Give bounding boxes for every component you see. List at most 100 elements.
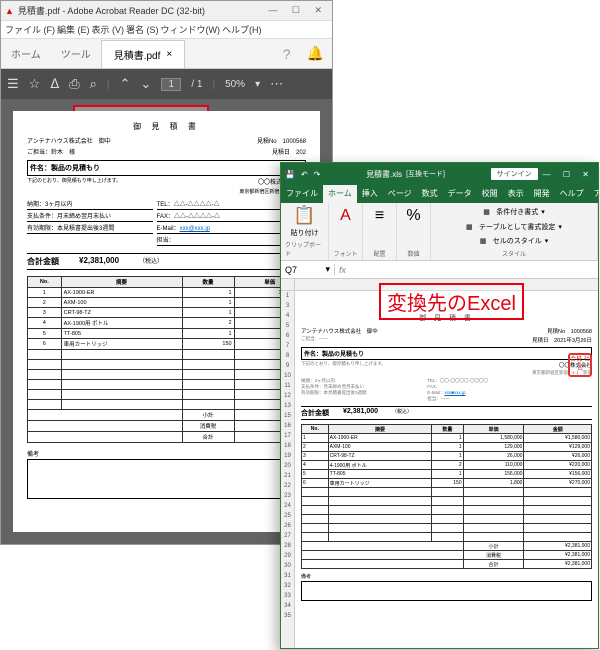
row-header[interactable]: 33 xyxy=(281,591,294,601)
menu-sign[interactable]: 署名 (S) xyxy=(126,23,159,36)
row-header[interactable]: 7 xyxy=(281,341,294,351)
help-icon[interactable]: ? xyxy=(275,46,299,62)
save-icon[interactable]: 💾 xyxy=(285,170,295,179)
chevron-down-icon[interactable]: ▾ xyxy=(325,264,330,275)
row-header[interactable]: 3 xyxy=(281,301,294,311)
cloud-icon[interactable]: ᐃ xyxy=(50,76,59,92)
row-header[interactable]: 1 xyxy=(281,291,294,301)
menu-file[interactable]: ファイル (F) xyxy=(5,23,55,36)
menu-window[interactable]: ウィンドウ(W) xyxy=(161,23,221,36)
more-icon[interactable]: ⋯ xyxy=(270,76,283,92)
row-header[interactable]: 22 xyxy=(281,481,294,491)
fx-icon[interactable]: fx xyxy=(335,265,350,275)
print-icon[interactable]: ⎙ xyxy=(69,76,79,92)
excel-maximize-button[interactable]: ☐ xyxy=(558,170,575,179)
row-header[interactable]: 13 xyxy=(281,401,294,411)
paste-icon[interactable]: 📋 xyxy=(293,205,315,226)
group-align-label[interactable]: 配置 xyxy=(373,249,385,258)
ribbon-tab-review[interactable]: 校閲 xyxy=(477,185,503,203)
row-header[interactable]: 35 xyxy=(281,611,294,621)
row-header[interactable]: 18 xyxy=(281,441,294,451)
search-icon[interactable]: ⌕ xyxy=(90,76,97,92)
tab-close-icon[interactable]: × xyxy=(166,49,172,60)
ribbon-tab-formula[interactable]: 数式 xyxy=(417,185,443,203)
close-button[interactable]: ✕ xyxy=(308,5,328,15)
tab-document[interactable]: 見積書.pdf × xyxy=(101,40,186,68)
ribbon-tab-insert[interactable]: 挿入 xyxy=(357,185,383,203)
row-header[interactable]: 32 xyxy=(281,581,294,591)
table-row: 4AX-1900用 ボトル2110,000 xyxy=(28,318,306,329)
row-header[interactable]: 9 xyxy=(281,361,294,371)
row-header[interactable]: 8 xyxy=(281,351,294,361)
row-header[interactable]: 10 xyxy=(281,371,294,381)
row-header[interactable]: 4 xyxy=(281,311,294,321)
star-icon[interactable]: ☆ xyxy=(29,76,41,92)
tab-home[interactable]: ホーム xyxy=(1,40,51,67)
row-header[interactable]: 25 xyxy=(281,511,294,521)
menu-edit[interactable]: 編集 (E) xyxy=(57,23,90,36)
cell-styles-button[interactable]: ▦セルのスタイル ▾ xyxy=(480,236,549,246)
ribbon-tab-home[interactable]: ホーム xyxy=(323,185,357,203)
table-row: 44-1900用 ボトル2110,000¥220,000 xyxy=(302,461,592,470)
paste-label[interactable]: 貼り付け xyxy=(291,228,319,238)
row-header[interactable]: 34 xyxy=(281,601,294,611)
row-header[interactable]: 5 xyxy=(281,321,294,331)
row-header[interactable]: 24 xyxy=(281,501,294,511)
font-icon[interactable]: A xyxy=(340,207,351,225)
redo-icon[interactable]: ↷ xyxy=(314,170,321,179)
bell-icon[interactable]: 🔔 xyxy=(299,45,332,62)
maximize-button[interactable]: ☐ xyxy=(286,5,306,15)
row-header[interactable]: 23 xyxy=(281,491,294,501)
row-header[interactable]: 30 xyxy=(281,561,294,571)
align-icon[interactable]: ≡ xyxy=(375,207,384,225)
undo-icon[interactable]: ↶ xyxy=(301,170,308,179)
name-box[interactable]: Q7▾ xyxy=(281,264,335,275)
page-down-icon[interactable]: ⌄ xyxy=(140,76,151,92)
row-header[interactable]: 19 xyxy=(281,451,294,461)
ribbon-tab-antenna[interactable]: アンテ xyxy=(589,185,600,203)
minimize-button[interactable]: — xyxy=(262,5,283,15)
format-table-button[interactable]: ▦テーブルとして書式設定 ▾ xyxy=(466,222,562,232)
row-header[interactable]: 26 xyxy=(281,521,294,531)
number-icon[interactable]: % xyxy=(406,207,420,225)
row-header[interactable]: 20 xyxy=(281,461,294,471)
sidebar-toggle-icon[interactable]: ☰ xyxy=(7,76,19,92)
row-header[interactable]: 21 xyxy=(281,471,294,481)
row-header[interactable]: 6 xyxy=(281,331,294,341)
row-header[interactable]: 27 xyxy=(281,531,294,541)
group-font-label[interactable]: フォント xyxy=(333,249,357,258)
select-all-corner[interactable] xyxy=(281,279,295,290)
date-label: 見積日 xyxy=(272,150,290,156)
row-header[interactable]: 11 xyxy=(281,381,294,391)
signin-button[interactable]: サインイン xyxy=(491,168,538,180)
ribbon-tab-page[interactable]: ページ xyxy=(383,185,417,203)
excel-minimize-button[interactable]: — xyxy=(538,170,556,179)
page-up-icon[interactable]: ⌃ xyxy=(120,76,131,92)
row-header[interactable]: 15 xyxy=(281,411,294,421)
conditional-format-button[interactable]: ▦条件付き書式 ▾ xyxy=(483,207,545,217)
ribbon-tab-dev[interactable]: 開発 xyxy=(529,185,555,203)
menu-help[interactable]: ヘルプ(H) xyxy=(222,23,262,36)
row-header[interactable]: 31 xyxy=(281,571,294,581)
ribbon-tab-view[interactable]: 表示 xyxy=(503,185,529,203)
row-header[interactable]: 16 xyxy=(281,421,294,431)
chevron-down-icon[interactable]: ▾ xyxy=(255,79,260,90)
row-header[interactable]: 28 xyxy=(281,541,294,551)
group-number-label[interactable]: 数値 xyxy=(407,249,419,258)
ribbon-tab-file[interactable]: ファイル xyxy=(281,185,323,203)
zoom-level[interactable]: 50% xyxy=(225,79,245,90)
annotation-excel: 変換先のExcel xyxy=(379,283,524,320)
excel-cells[interactable]: 御 見 積 書 アンテナハウス株式会社 御中 見積No 1000568 ご担当：… xyxy=(295,291,598,648)
ribbon-tab-data[interactable]: データ xyxy=(443,185,477,203)
ribbon-tab-help[interactable]: ヘルプ xyxy=(555,185,589,203)
row-header[interactable]: 17 xyxy=(281,431,294,441)
excel-worksheet[interactable]: 変換先のExcel 134567891011121315161718192021… xyxy=(281,279,598,648)
tab-tools[interactable]: ツール xyxy=(51,40,101,67)
table-row xyxy=(302,497,592,506)
xl-subject-text: 製品の見積もり xyxy=(322,352,364,358)
page-number-input[interactable]: 1 xyxy=(161,78,181,91)
row-header[interactable]: 12 xyxy=(281,391,294,401)
row-header[interactable]: 29 xyxy=(281,551,294,561)
menu-view[interactable]: 表示 (V) xyxy=(92,23,125,36)
excel-close-button[interactable]: ✕ xyxy=(577,170,594,179)
